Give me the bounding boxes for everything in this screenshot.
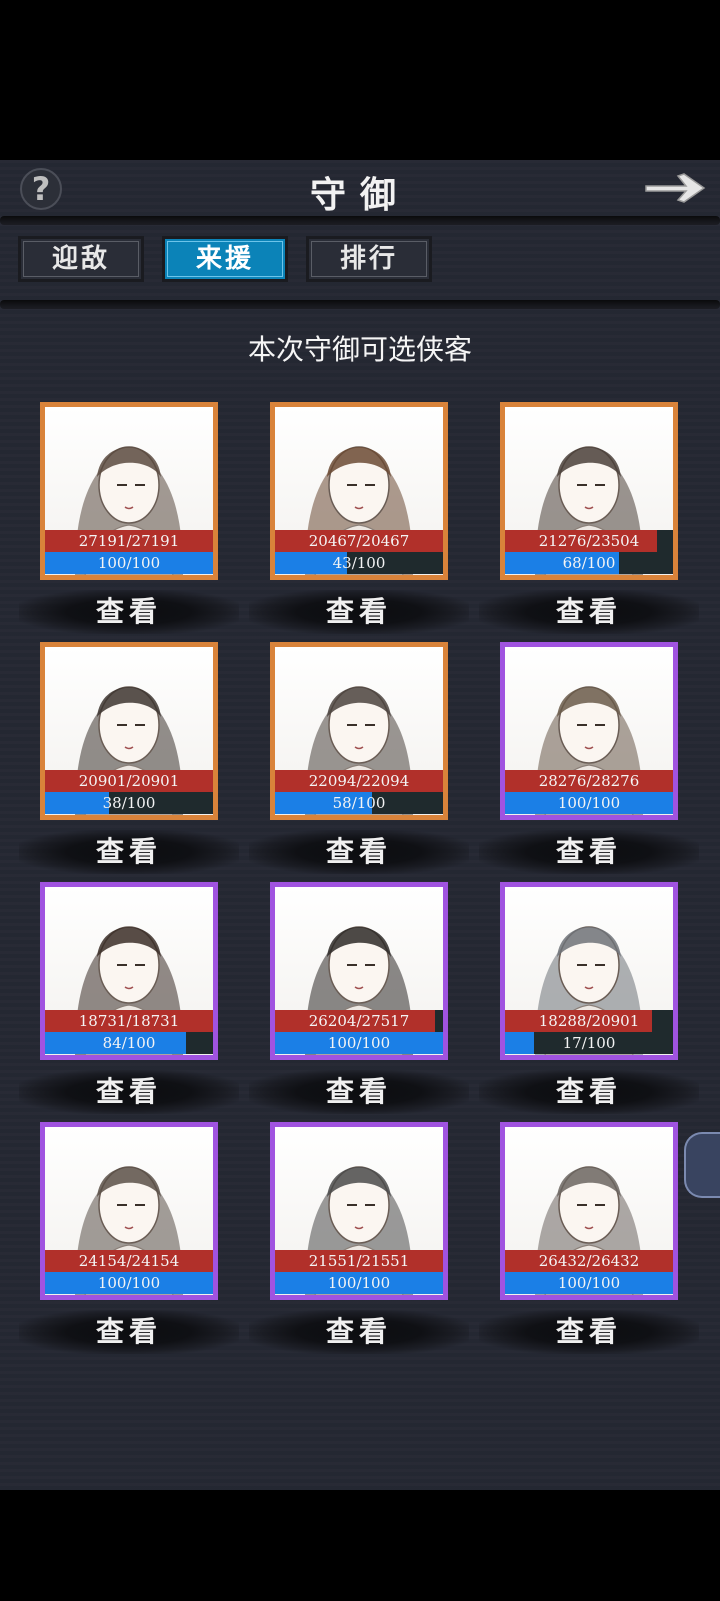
energy-bar: 100/100 <box>505 1272 673 1294</box>
energy-bar: 100/100 <box>275 1272 443 1294</box>
energy-text: 43/100 <box>332 554 386 572</box>
energy-text: 100/100 <box>327 1034 391 1052</box>
view-button[interactable]: 查看 <box>479 1310 699 1354</box>
hp-bar: 21551/21551 <box>275 1250 443 1272</box>
hero-card[interactable]: 20467/20467 43/100 <box>270 402 448 580</box>
hp-bar: 26432/26432 <box>505 1250 673 1272</box>
energy-bar: 100/100 <box>275 1032 443 1054</box>
tab-reinforce[interactable]: 来援 <box>162 236 288 282</box>
view-button[interactable]: 查看 <box>249 1070 469 1114</box>
energy-text: 38/100 <box>102 794 156 812</box>
hp-text: 20467/20467 <box>308 532 410 550</box>
hero-card[interactable]: 28276/28276 100/100 <box>500 642 678 820</box>
hp-bar: 26204/27517 <box>275 1010 443 1032</box>
tab-ranking[interactable]: 排行 <box>306 236 432 282</box>
hero-card[interactable]: 26432/26432 100/100 <box>500 1122 678 1300</box>
hero-card[interactable]: 21276/23504 68/100 <box>500 402 678 580</box>
energy-bar: 38/100 <box>45 792 213 814</box>
hp-text: 28276/28276 <box>538 772 640 790</box>
energy-text: 100/100 <box>97 1274 161 1292</box>
hp-bar: 18288/20901 <box>505 1010 673 1032</box>
hp-text: 18288/20901 <box>538 1012 640 1030</box>
hero-card[interactable]: 21551/21551 100/100 <box>270 1122 448 1300</box>
energy-text: 100/100 <box>327 1274 391 1292</box>
energy-bar: 100/100 <box>45 1272 213 1294</box>
view-button[interactable]: 查看 <box>19 1070 239 1114</box>
view-button[interactable]: 查看 <box>479 590 699 634</box>
view-button[interactable]: 查看 <box>479 830 699 874</box>
view-button[interactable]: 查看 <box>19 1310 239 1354</box>
hp-text: 26432/26432 <box>538 1252 640 1270</box>
view-button[interactable]: 查看 <box>249 590 469 634</box>
tab-engage-enemy[interactable]: 迎敌 <box>18 236 144 282</box>
hero-card[interactable]: 26204/27517 100/100 <box>270 882 448 1060</box>
hp-bar: 22094/22094 <box>275 770 443 792</box>
hero-card[interactable]: 27191/27191 100/100 <box>40 402 218 580</box>
header-divider <box>0 216 720 225</box>
view-button[interactable]: 查看 <box>249 1310 469 1354</box>
energy-text: 58/100 <box>332 794 386 812</box>
tab-label: 排行 <box>339 244 398 274</box>
hp-bar: 20467/20467 <box>275 530 443 552</box>
energy-text: 84/100 <box>102 1034 156 1052</box>
hp-bar: 24154/24154 <box>45 1250 213 1272</box>
energy-text: 100/100 <box>97 554 161 572</box>
energy-bar: 84/100 <box>45 1032 213 1054</box>
view-button[interactable]: 查看 <box>249 830 469 874</box>
hp-bar: 18731/18731 <box>45 1010 213 1032</box>
tabs-divider <box>0 300 720 309</box>
page-title: 守御 <box>309 174 410 216</box>
hp-text: 21551/21551 <box>308 1252 410 1270</box>
energy-text: 68/100 <box>562 554 616 572</box>
hp-bar: 27191/27191 <box>45 530 213 552</box>
hero-card[interactable]: 18731/18731 84/100 <box>40 882 218 1060</box>
energy-bar: 43/100 <box>275 552 443 574</box>
hp-text: 24154/24154 <box>78 1252 180 1270</box>
section-subtitle: 本次守御可选侠客 <box>247 333 472 366</box>
tab-label: 迎敌 <box>51 244 110 274</box>
tab-label: 来援 <box>195 244 254 274</box>
energy-bar: 100/100 <box>45 552 213 574</box>
hp-text: 22094/22094 <box>308 772 410 790</box>
hp-text: 18731/18731 <box>78 1012 180 1030</box>
hp-bar: 21276/23504 <box>505 530 673 552</box>
view-button[interactable]: 查看 <box>19 830 239 874</box>
hero-card[interactable]: 22094/22094 58/100 <box>270 642 448 820</box>
hp-text: 21276/23504 <box>538 532 640 550</box>
energy-bar: 17/100 <box>505 1032 673 1054</box>
energy-text: 100/100 <box>557 1274 621 1292</box>
energy-bar: 58/100 <box>275 792 443 814</box>
energy-bar: 68/100 <box>505 552 673 574</box>
energy-text: 17/100 <box>562 1034 616 1052</box>
arrow-right-icon <box>645 173 706 203</box>
hp-text: 26204/27517 <box>308 1012 410 1030</box>
defense-screen: ? 守御 迎敌 来援 排行 本次守御可选侠客 27191/27191 100/10… <box>0 160 720 1490</box>
side-drawer-tab[interactable] <box>684 1132 720 1198</box>
back-button[interactable] <box>640 166 710 210</box>
hero-card[interactable]: 20901/20901 38/100 <box>40 642 218 820</box>
view-button[interactable]: 查看 <box>19 590 239 634</box>
hero-card[interactable]: 18288/20901 17/100 <box>500 882 678 1060</box>
energy-bar: 100/100 <box>505 792 673 814</box>
view-button[interactable]: 查看 <box>479 1070 699 1114</box>
header: ? 守御 <box>0 160 720 222</box>
hp-bar: 20901/20901 <box>45 770 213 792</box>
energy-text: 100/100 <box>557 794 621 812</box>
hp-text: 20901/20901 <box>78 772 180 790</box>
hp-bar: 28276/28276 <box>505 770 673 792</box>
hero-card[interactable]: 24154/24154 100/100 <box>40 1122 218 1300</box>
hp-text: 27191/27191 <box>78 532 180 550</box>
